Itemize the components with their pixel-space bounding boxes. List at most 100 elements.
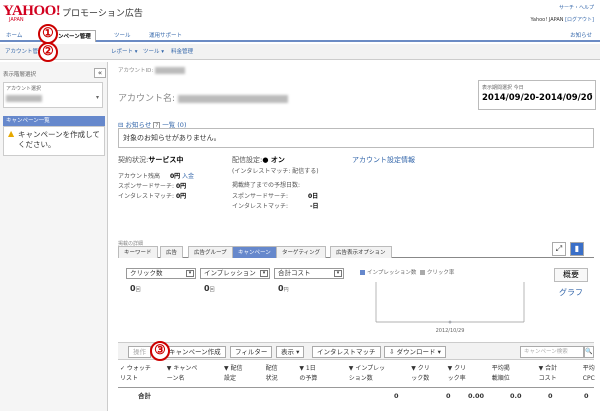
download-button[interactable]: ⇩ ダウンロード ▾ bbox=[384, 346, 446, 358]
table-header-col-8[interactable]: 平均掲 載順位 bbox=[492, 364, 510, 384]
table-header-col-4[interactable]: ▼ 1日 の予算 bbox=[299, 364, 317, 384]
create-campaign-button[interactable]: キャンペーン作成 bbox=[164, 346, 226, 358]
table-header-line2: 設定 bbox=[224, 375, 237, 382]
campaign-search-input[interactable]: キャンペーン検索 bbox=[520, 346, 584, 358]
ptab-targeting[interactable]: ターゲティング bbox=[276, 246, 327, 258]
table-header-col-2[interactable]: ▼ 配信 設定 bbox=[224, 364, 243, 384]
est-sponsored-label: スポンサードサーチ: bbox=[232, 193, 289, 200]
ptab-keyword[interactable]: キーワード bbox=[118, 246, 158, 258]
tab-tools[interactable]: ツール bbox=[110, 30, 135, 42]
table-header: ✓ ウォッチ リスト ▼ キャンペ ーン名 ▼ 配信 設定 配信状況 ▼ 1日 の予算 ▼ インプ… bbox=[118, 362, 595, 388]
table-header-col-3[interactable]: 配信 状況 bbox=[266, 364, 278, 384]
expand-icon[interactable]: ⤢ bbox=[552, 242, 566, 256]
tab-notices[interactable]: お知らせ bbox=[566, 30, 596, 42]
account-id-redacted bbox=[154, 67, 185, 74]
metric-cost-value: 0円 bbox=[278, 284, 289, 293]
display-button[interactable]: 表示 ▾ bbox=[276, 346, 305, 358]
marker-3: ③ bbox=[150, 341, 170, 361]
date-range-label: 表示期間選択 今日 bbox=[482, 85, 524, 91]
metric-select-cost[interactable]: 合計コスト ▾ bbox=[274, 268, 344, 279]
table-header-col-7[interactable]: ▼ クリ ック率 bbox=[448, 364, 467, 384]
ptab-ad-extensions[interactable]: 広告表示オプション bbox=[330, 246, 392, 258]
tab-support[interactable]: 運用サポート bbox=[145, 30, 186, 42]
account-id: アカウントID: bbox=[118, 66, 185, 74]
account-name: アカウント名: bbox=[118, 91, 288, 104]
interest-delivery-note: (インタレストマッチ: 配信する) bbox=[232, 168, 319, 175]
metric-cost-unit: 円 bbox=[283, 287, 289, 293]
performance-tabs: キーワード 広告 広告グループ キャンペーン ターゲティング 広告表示オプション bbox=[118, 246, 594, 258]
metric-select-clicks[interactable]: クリック数 ▾ bbox=[126, 268, 196, 279]
collapse-panel-button[interactable]: « bbox=[94, 68, 106, 78]
table-header-col-0[interactable]: ✓ ウォッチ リスト bbox=[120, 364, 151, 384]
chart-legend: インプレッション数 クリック率 bbox=[360, 268, 454, 276]
table-header-col-1[interactable]: ▼ キャンペ ーン名 bbox=[167, 364, 198, 384]
balance-value: 0円 bbox=[169, 173, 181, 180]
tab-home[interactable]: ホーム bbox=[2, 30, 26, 42]
metric-select-impressions[interactable]: インプレッション ▾ bbox=[200, 268, 270, 279]
legend-swatch-impressions bbox=[360, 270, 365, 275]
account-balance: アカウント残高 0円 入金 bbox=[118, 171, 194, 180]
interest-balance: インタレストマッチ: 0円 bbox=[118, 191, 186, 200]
sponsored-label: スポンサードサーチ: bbox=[118, 183, 175, 190]
table-header-line2: 状況 bbox=[265, 375, 278, 382]
subnav-tools[interactable]: ツール ▾ bbox=[140, 47, 167, 57]
interest-match-button[interactable]: インタレストマッチ bbox=[312, 346, 381, 358]
legend-swatch-ctr bbox=[419, 270, 425, 275]
total-ctr: 0.00 bbox=[468, 392, 485, 400]
chevron-down-icon: ▾ bbox=[186, 270, 194, 277]
ptab-ad[interactable]: 広告 bbox=[160, 246, 184, 258]
table-header-col-10[interactable]: 平均 CPC bbox=[583, 364, 595, 384]
logout-link[interactable]: [ログアウト] bbox=[565, 17, 594, 23]
table-header-line1: ▼ クリ bbox=[447, 365, 467, 372]
sponsored-balance: スポンサードサーチ: 0円 bbox=[118, 181, 186, 190]
notice-box: 対象のお知らせがありません。 bbox=[118, 128, 594, 148]
account-settings-link[interactable]: アカウント設定情報 bbox=[352, 155, 415, 165]
search-icon[interactable]: 🔍 bbox=[584, 346, 594, 358]
hierarchy-label: 表示階層選択 bbox=[3, 72, 37, 78]
est-interest-value: -日 bbox=[309, 203, 319, 210]
total-label: 合計 bbox=[138, 392, 151, 400]
ptab-campaign[interactable]: キャンペーン bbox=[232, 246, 277, 258]
table-header-line2: ック数 bbox=[411, 375, 430, 382]
graph-button[interactable]: グラフ bbox=[554, 287, 588, 301]
campaign-toolbar: 操作 キャンペーン作成 フィルター 表示 ▾ インタレストマッチ ⇩ ダウンロー… bbox=[118, 342, 594, 360]
metric-clicks-label: クリック数 bbox=[130, 269, 163, 277]
table-header-line1: ▼ キャンペ bbox=[166, 365, 198, 372]
est-sponsored: スポンサードサーチ: 0日 bbox=[232, 191, 318, 200]
deposit-link[interactable]: 入金 bbox=[182, 173, 194, 180]
table-header-line1: ▼ 合計 bbox=[538, 365, 558, 372]
metric-cost-label: 合計コスト bbox=[278, 269, 311, 277]
top-links[interactable]: サーチ・ヘルプ bbox=[559, 4, 594, 11]
chart-icon[interactable]: ▮ bbox=[570, 242, 584, 256]
brand-title: プロモーション広告 bbox=[62, 9, 143, 19]
interest-label: インタレストマッチ: bbox=[118, 193, 175, 200]
account-name-redacted bbox=[177, 94, 288, 103]
main-tabs: ホーム キャンペーン管理 ツール 運用サポート お知らせ bbox=[0, 30, 600, 42]
account-redacted bbox=[6, 95, 42, 102]
metric-clicks-value: 0回 bbox=[130, 284, 141, 293]
filter-button[interactable]: フィルター bbox=[230, 346, 273, 358]
table-header-col-5[interactable]: ▼ インプレッ ション数 bbox=[349, 364, 385, 384]
estimate-days-label: 掲載終了までの予想日数: bbox=[232, 182, 301, 189]
table-header-line2: の予算 bbox=[299, 375, 318, 382]
table-header-col-6[interactable]: ▼ クリ ック数 bbox=[411, 364, 430, 384]
performance-chart: 2012/10/29 bbox=[375, 282, 525, 334]
date-range-value: 2014/09/20-2014/09/20 bbox=[482, 93, 593, 103]
balance-label: アカウント残高 bbox=[118, 173, 161, 180]
subnav-report[interactable]: レポート ▾ bbox=[108, 47, 141, 57]
campaign-list-header[interactable]: キャンペーン一覧 bbox=[3, 116, 105, 126]
delivery-label: 配信設定: bbox=[232, 156, 263, 164]
table-header-line2: リスト bbox=[120, 375, 139, 382]
ptab-ad-group[interactable]: 広告グループ bbox=[188, 246, 233, 258]
contract-value: サービス中 bbox=[148, 156, 184, 164]
subnav-billing[interactable]: 料金管理 bbox=[168, 47, 196, 57]
date-range-select[interactable]: 表示期間選択 今日 2014/09/20-2014/09/20 ▾ bbox=[478, 80, 596, 110]
table-header-line2: ション数 bbox=[348, 375, 373, 382]
table-header-col-9[interactable]: ▼ 合計 コスト bbox=[539, 364, 558, 384]
edit-button[interactable]: 操作 bbox=[128, 346, 151, 358]
campaign-empty-message: キャンペーンを作成してください。 bbox=[18, 130, 100, 149]
table-header-line1: 配信 bbox=[265, 365, 278, 372]
delivery-value: ● オン bbox=[262, 156, 285, 164]
account-select[interactable]: アカウント選択 ▾ bbox=[3, 82, 103, 108]
overview-button[interactable]: 概要 bbox=[554, 268, 588, 282]
